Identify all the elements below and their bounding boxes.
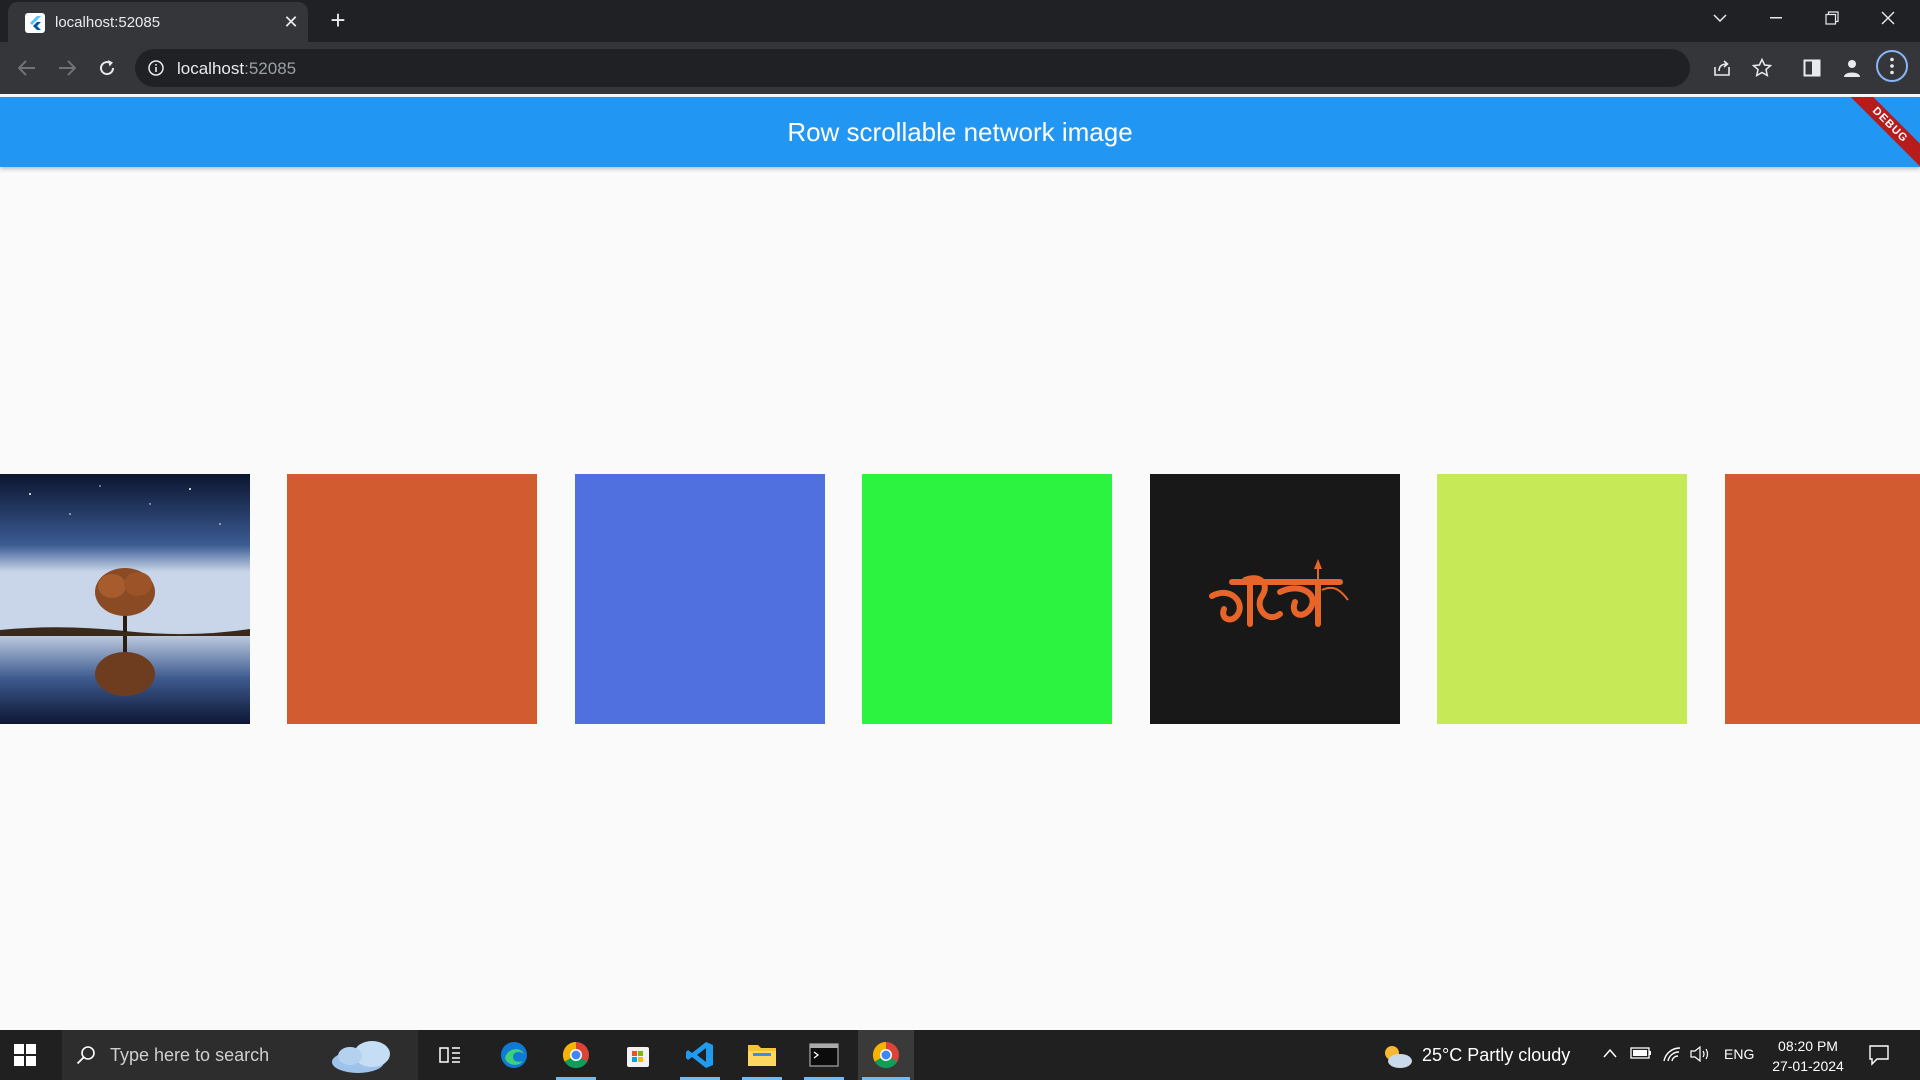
tab-close-icon[interactable]: ✕ [280,11,302,33]
windows-start-icon[interactable] [14,1044,36,1071]
minimize-button[interactable] [1748,0,1804,36]
clock[interactable]: 08:20 PM 27-01-2024 [1768,1036,1848,1076]
forward-icon[interactable] [53,54,81,82]
terminal-icon[interactable] [796,1030,852,1080]
calligraphy-logo-icon [1209,559,1349,627]
notifications-icon[interactable] [1868,1044,1890,1071]
app-bar: Row scrollable network image DEBUG [0,97,1920,167]
cloud-decoration-icon [328,1038,402,1079]
browser-tab[interactable]: localhost:52085 ✕ [8,2,308,42]
address-bar[interactable]: localhost:52085 [135,49,1773,87]
scrollable-image-row[interactable] [0,474,1920,724]
vscode-icon[interactable] [672,1030,728,1080]
profile-icon[interactable] [1838,54,1866,82]
flutter-favicon-icon [25,13,45,33]
wifi-icon[interactable] [1662,1046,1682,1065]
search-icon [76,1045,96,1070]
search-placeholder: Type here to search [110,1045,270,1065]
new-tab-button[interactable]: + [326,7,350,33]
image-tile-logo [1150,474,1400,724]
edge-icon[interactable] [486,1030,542,1080]
image-tile-blue [575,474,825,724]
battery-icon[interactable] [1630,1046,1652,1063]
image-tile-orange-2 [1725,474,1920,724]
taskbar: Type here to search 25°C Partly cloudy E… [0,1030,1920,1080]
share-icon[interactable] [1712,58,1732,83]
tab-search-icon[interactable] [1692,0,1748,36]
back-icon[interactable] [13,54,41,82]
bookmark-star-icon[interactable] [1751,57,1773,83]
browser-toolbar: localhost:52085 [0,42,1920,94]
image-tile-green [862,474,1112,724]
url-port: :52085 [244,59,297,78]
clock-date: 27-01-2024 [1772,1058,1844,1074]
clock-time: 08:20 PM [1778,1038,1838,1054]
image-tile-lime [1437,474,1687,724]
chrome-active-icon[interactable] [858,1030,914,1080]
side-panel-icon[interactable] [1798,54,1826,82]
volume-icon[interactable] [1690,1045,1710,1065]
language-indicator[interactable]: ENG [1724,1046,1754,1062]
chrome-icon[interactable] [548,1030,604,1080]
menu-button[interactable] [1876,50,1908,82]
file-explorer-icon[interactable] [734,1030,790,1080]
show-hidden-icons-icon[interactable] [1602,1046,1618,1062]
task-view-icon[interactable] [422,1030,478,1080]
site-info-icon[interactable] [147,59,165,82]
url-host: localhost [177,59,245,78]
browser-tabstrip: localhost:52085 ✕ + [0,0,1920,42]
weather-partly-cloudy-icon[interactable] [1380,1042,1414,1075]
tab-title: localhost:52085 [55,14,161,31]
image-tile-tree-photo [0,474,250,724]
page-title: Row scrollable network image [787,117,1133,147]
image-tile-orange [287,474,537,724]
url-text: localhost:52085 [177,59,296,79]
reload-icon[interactable] [93,54,121,82]
taskbar-search[interactable]: Type here to search [62,1030,418,1080]
weather-text[interactable]: 25°C Partly cloudy [1422,1045,1570,1066]
restore-button[interactable] [1804,0,1860,36]
close-window-button[interactable] [1860,0,1916,36]
store-icon[interactable] [610,1030,666,1080]
